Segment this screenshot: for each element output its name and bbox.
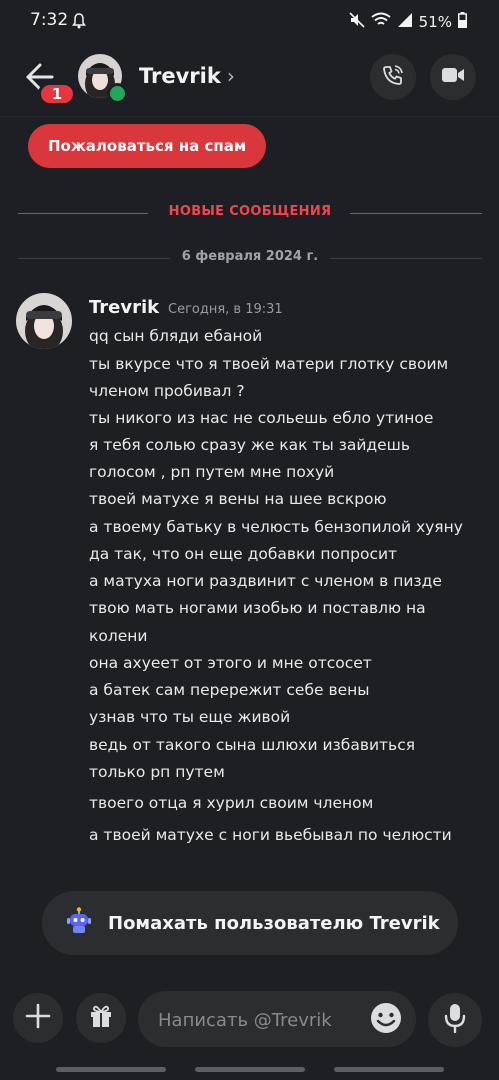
header-username[interactable]: Trevrik › xyxy=(139,64,235,88)
battery-icon xyxy=(458,12,467,32)
gift-icon xyxy=(88,1003,114,1033)
header-divider xyxy=(0,116,499,117)
online-status-indicator xyxy=(107,83,128,104)
voice-message-button[interactable] xyxy=(428,993,482,1047)
message-line: колени xyxy=(89,627,148,645)
microphone-icon xyxy=(443,1003,467,1037)
header-username-text: Trevrik xyxy=(139,64,221,88)
emoji-button[interactable] xyxy=(368,1000,404,1036)
message-line: твою мать ногами изобью и поставлю на xyxy=(89,599,426,617)
date-divider-line xyxy=(18,258,170,259)
nav-pill xyxy=(195,1067,305,1072)
message-line: ведь от такого сына шлюхи избавиться xyxy=(89,736,416,754)
voice-call-button[interactable] xyxy=(370,54,416,100)
message-line: а матуха ноги раздвинит с членом в пизде xyxy=(89,572,442,590)
message-timestamp: Сегодня, в 19:31 xyxy=(168,302,283,317)
message-input[interactable] xyxy=(156,991,360,1049)
message-line: голосом , рп путем мне похуй xyxy=(89,463,335,481)
message-line: она ахуеет от этого и мне отсосет xyxy=(89,654,372,672)
status-indicators: 51% xyxy=(349,12,467,32)
message-avatar[interactable] xyxy=(16,293,72,349)
signal-icon xyxy=(397,12,413,32)
new-messages-label: НОВЫЕ СООБЩЕНИЯ xyxy=(168,204,332,219)
message-line: твоей матухе я вены на шее вскрою xyxy=(89,490,387,508)
nav-pill xyxy=(56,1067,166,1072)
date-divider-line xyxy=(330,258,482,259)
chevron-right-icon: › xyxy=(226,64,235,88)
wave-button-label: Помахать пользователю Trevrik xyxy=(108,912,440,934)
wave-to-user-button[interactable]: Помахать пользователю Trevrik xyxy=(42,891,458,955)
message-author[interactable]: Trevrik xyxy=(89,297,159,318)
emoji-icon xyxy=(368,1003,404,1040)
date-divider-label: 6 февраля 2024 г. xyxy=(181,249,319,264)
video-call-button[interactable] xyxy=(430,54,476,100)
phone-call-icon xyxy=(382,64,404,90)
message-line: ты вкурсе что я твоей матери глотку свои… xyxy=(89,355,449,373)
wifi-icon xyxy=(371,12,391,32)
gift-button[interactable] xyxy=(76,993,126,1043)
message-line: qq сын бляди ебаной xyxy=(89,327,263,345)
video-camera-icon xyxy=(441,66,465,88)
message-line: а батек сам перережит себе вены xyxy=(89,681,370,699)
status-time: 7:32 xyxy=(30,10,69,30)
mute-icon xyxy=(349,12,365,32)
battery-percent: 51% xyxy=(418,13,452,31)
notification-bell-icon xyxy=(72,13,86,33)
message-line: ты никого из нас не сольешь ебло утиное xyxy=(89,409,434,427)
message-line: я тебя солью сразу же как ты зайдешь xyxy=(89,436,411,454)
new-messages-divider-line xyxy=(350,213,482,214)
message-line: а твоему батьку в челюсть бензопилой хуя… xyxy=(89,518,463,536)
new-messages-divider-line xyxy=(18,213,148,214)
report-spam-button[interactable]: Пожаловаться на спам xyxy=(28,124,267,168)
nav-pill xyxy=(334,1067,444,1072)
message-line: членом пробивал ? xyxy=(89,382,245,400)
chat-header: 1 Trevrik › xyxy=(0,40,499,116)
message-line: узнав что ты еще живой xyxy=(89,708,291,726)
attach-button[interactable] xyxy=(13,993,63,1043)
message-line: твоего отца я хурил своим членом xyxy=(89,794,374,812)
message-line: только рп путем xyxy=(89,763,225,781)
wave-robot-icon xyxy=(66,907,92,939)
message-line: да так, что он еще добавки попросит xyxy=(89,545,398,563)
message-line: а твоей матухе с ноги вьебывал по челюст… xyxy=(89,826,452,844)
plus-icon xyxy=(25,1003,51,1033)
unread-badge: 1 xyxy=(38,82,76,106)
